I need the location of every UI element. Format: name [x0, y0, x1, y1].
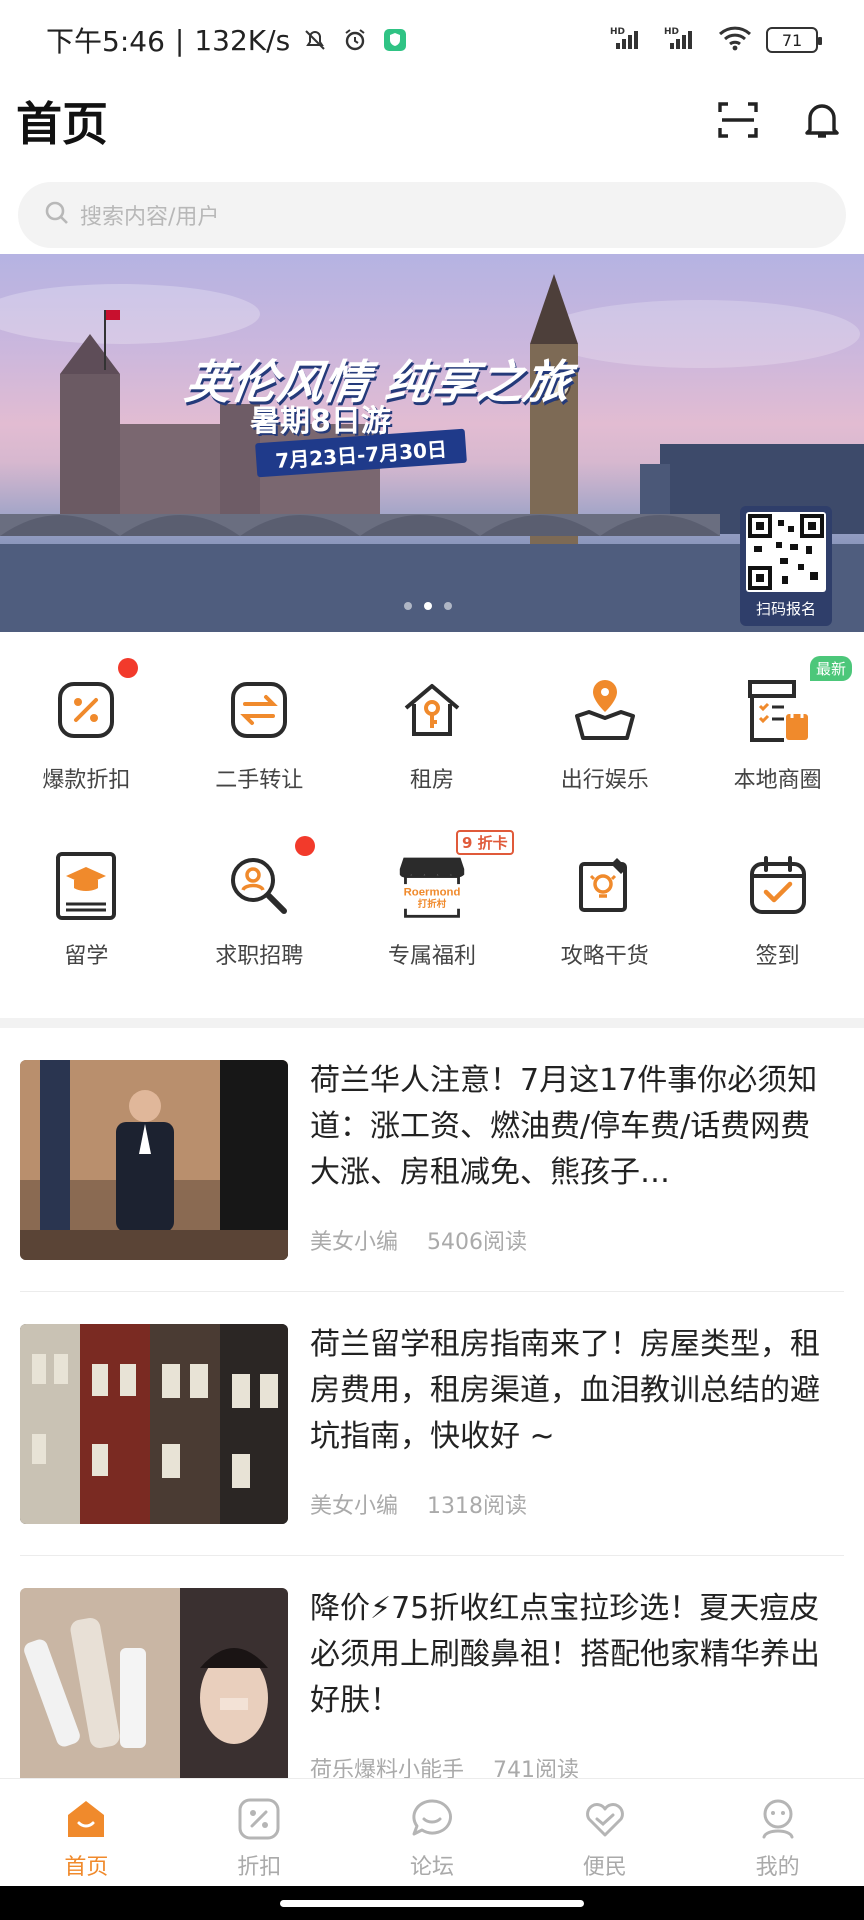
- qr-code-icon: [746, 512, 826, 592]
- tab-label: 首页: [64, 1855, 109, 1880]
- wifi-icon: [718, 25, 752, 55]
- article-title: 荷兰留学租房指南来了！房屋类型，租房费用，租房渠道，血泪教训总结的避坑指南，快收…: [310, 1327, 820, 1454]
- discount-tab-icon: [237, 1797, 281, 1841]
- mute-bell-icon: [300, 25, 330, 55]
- bottom-tab-bar: 首页 折扣 论坛 便民 我的: [0, 1778, 864, 1886]
- outlet-shop-name: Roermond: [404, 886, 461, 898]
- grid-label: 签到: [755, 944, 800, 969]
- grid-label: 留学: [64, 944, 109, 969]
- tab-forum[interactable]: 论坛: [346, 1779, 519, 1886]
- grid-item-secondhand[interactable]: 二手转让: [173, 650, 346, 826]
- outlet-shop-subtitle: 打折村: [418, 898, 447, 910]
- checkin-calendar-icon: [742, 850, 814, 922]
- carousel-dot[interactable]: [444, 602, 452, 610]
- grid-item-rent[interactable]: 租房: [346, 650, 519, 826]
- tab-label: 折扣: [237, 1855, 282, 1880]
- notification-bell-icon[interactable]: [792, 90, 852, 150]
- qr-label: 扫码报名: [755, 600, 816, 618]
- search-input[interactable]: 搜索内容/用户: [18, 182, 846, 248]
- red-dot-badge: [118, 658, 138, 678]
- grid-item-local-business[interactable]: 最新 本地商圈: [691, 650, 864, 826]
- svg-text:HD: HD: [610, 27, 625, 37]
- map-pin-icon: [569, 674, 641, 746]
- article-item[interactable]: 荷兰华人注意！7月这17件事你必须知道：涨工资、燃油费/停车费/话费网费大涨、房…: [0, 1028, 864, 1292]
- article-thumbnail: [20, 1060, 288, 1260]
- status-separator: |: [174, 23, 185, 57]
- alarm-icon: [340, 25, 370, 55]
- page-title: 首页: [16, 97, 108, 151]
- house-key-icon: [396, 674, 468, 746]
- grid-label: 求职招聘: [215, 944, 304, 969]
- search-placeholder: 搜索内容/用户: [80, 205, 220, 230]
- section-divider: [0, 1018, 864, 1028]
- svg-text:HD: HD: [664, 27, 679, 37]
- outlet-shop-icon: Roermond 打折村: [396, 850, 468, 922]
- carousel-dot-active[interactable]: [424, 602, 432, 610]
- discount-icon: [50, 674, 122, 746]
- store-list-icon: [742, 674, 814, 746]
- tab-profile[interactable]: 我的: [691, 1779, 864, 1886]
- shield-app-icon: [380, 25, 410, 55]
- scan-icon[interactable]: [708, 90, 768, 150]
- job-search-icon: [223, 850, 295, 922]
- red-dot-badge: [294, 836, 315, 856]
- signal-icon: HD: [610, 25, 650, 55]
- guide-bulb-icon: [569, 850, 641, 922]
- grid-label: 租房: [409, 768, 454, 793]
- article-author: 美女小编: [310, 1494, 399, 1519]
- tab-label: 我的: [755, 1855, 800, 1880]
- article-thumbnail: [20, 1588, 288, 1788]
- transfer-icon: [223, 674, 295, 746]
- battery-indicator: 71: [766, 27, 822, 53]
- article-author: 美女小编: [310, 1230, 399, 1255]
- tab-home[interactable]: 首页: [0, 1779, 173, 1886]
- grid-label: 专属福利: [387, 944, 476, 969]
- status-speed: 132K/s: [194, 23, 291, 57]
- heart-hands-icon: [583, 1797, 627, 1841]
- grid-item-study-abroad[interactable]: 留学: [0, 826, 173, 1002]
- search-icon: [44, 200, 70, 230]
- tab-discount[interactable]: 折扣: [173, 1779, 346, 1886]
- forum-icon: [410, 1797, 454, 1841]
- grid-row-2: 留学 求职招聘 Roermond 打折村 专属福利 攻略干货 签到: [0, 826, 864, 1002]
- article-reads: 1318阅读: [427, 1494, 528, 1519]
- grid-label: 二手转让: [215, 768, 304, 793]
- grid-item-guides[interactable]: 攻略干货: [518, 826, 691, 1002]
- article-meta: 美女小编 5406阅读: [310, 1224, 549, 1256]
- tab-label: 便民: [582, 1855, 627, 1880]
- home-indicator[interactable]: [280, 1900, 584, 1907]
- home-icon: [64, 1797, 108, 1841]
- article-thumbnail: [20, 1324, 288, 1524]
- tab-services[interactable]: 便民: [518, 1779, 691, 1886]
- status-bar: 下午5:46 | 132K/s HD HD 71: [0, 0, 864, 80]
- grid-label: 爆款折扣: [42, 768, 131, 793]
- article-item[interactable]: 荷兰留学租房指南来了！房屋类型，租房费用，租房渠道，血泪教训总结的避坑指南，快收…: [0, 1292, 864, 1556]
- grid-label: 出行娱乐: [560, 768, 649, 793]
- banner-subtitle: 暑期8日游: [250, 404, 391, 439]
- signal-icon-2: HD: [664, 25, 704, 55]
- status-time: 下午5:46: [46, 25, 165, 58]
- tab-label: 论坛: [409, 1855, 454, 1880]
- article-title: 荷兰华人注意！7月这17件事你必须知道：涨工资、燃油费/停车费/话费网费大涨、房…: [310, 1063, 818, 1190]
- grid-item-jobs[interactable]: 求职招聘: [173, 826, 346, 1002]
- article-title: 降价⚡75折收红点宝拉珍选！夏天痘皮必须用上刷酸鼻祖！搭配他家精华养出好肤！: [310, 1591, 820, 1718]
- grid-row-1: 爆款折扣 二手转让 租房 出行娱乐 最新 本地商圈: [0, 650, 864, 826]
- discount-card-tag: 9 折卡: [456, 830, 514, 855]
- article-reads: 5406阅读: [427, 1230, 528, 1255]
- carousel-dot[interactable]: [404, 602, 412, 610]
- system-nav-bar: [0, 1886, 864, 1920]
- service-grid: 爆款折扣 二手转让 租房 出行娱乐 最新 本地商圈 留学 求职招聘 Roermo…: [0, 650, 864, 1002]
- grid-item-travel[interactable]: 出行娱乐: [518, 650, 691, 826]
- grid-label: 本地商圈: [733, 768, 822, 793]
- profile-icon: [756, 1797, 800, 1841]
- article-meta: 美女小编 1318阅读: [310, 1488, 549, 1520]
- new-tag: 最新: [809, 656, 852, 681]
- grid-item-checkin[interactable]: 签到: [691, 826, 864, 1002]
- promo-banner[interactable]: 英伦风情 纯享之旅 暑期8日游 7月23日-7月30日 扫码报名: [0, 254, 864, 632]
- grid-item-hot-discount[interactable]: 爆款折扣: [0, 650, 173, 826]
- carousel-dots: [404, 602, 452, 610]
- graduation-book-icon: [50, 850, 122, 922]
- grid-label: 攻略干货: [560, 944, 649, 969]
- qr-code-card[interactable]: 扫码报名: [740, 506, 832, 626]
